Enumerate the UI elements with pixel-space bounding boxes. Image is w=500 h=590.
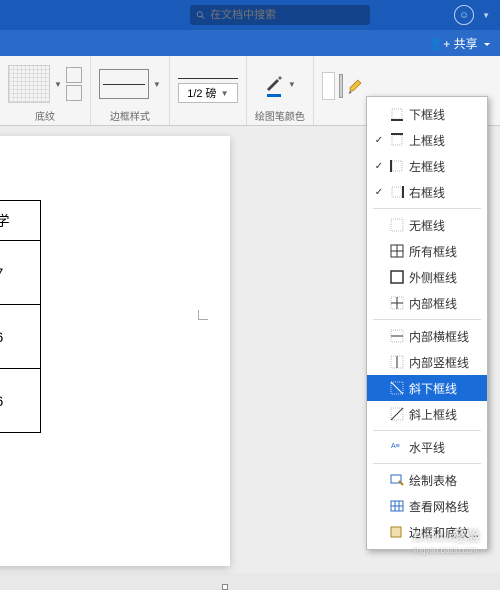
format-painter-icon[interactable] [347,77,366,96]
border-dropdown-button[interactable] [339,74,344,98]
shading-preview[interactable] [8,65,50,103]
check-icon: ✓ [373,161,385,172]
svg-text:A≡: A≡ [391,443,400,450]
pen-color-group: ▼ 绘图笔颜色 [247,56,314,125]
document-table[interactable]: 语 数学 6 67 8 76 7 56 [0,200,41,433]
check-icon: ✓ [373,187,385,198]
menu-item-label: 无框线 [409,217,445,234]
search-icon [196,10,206,21]
menu-item-label: 右框线 [409,184,445,201]
table-row: 7 56 [0,369,41,433]
title-bar: ☺ ▼ [0,0,500,30]
border-type-icon [389,106,405,122]
border-menu-item[interactable]: 斜上框线 [367,401,487,427]
table-cell[interactable]: 67 [0,241,41,305]
menu-item-label: 内部竖框线 [409,354,469,371]
border-menu-item[interactable]: ✓ 左框线 [367,153,487,179]
watermark: Baidu经验 jingyan.baidu.com [413,526,480,555]
border-weight-group: 1/2 磅 ▼ [170,56,247,125]
border-type-icon [389,498,405,514]
chevron-down-icon[interactable]: ▼ [153,80,161,89]
shading-swatches[interactable] [66,67,82,101]
shading-label: 底纹 [35,108,55,123]
menu-item-label: 绘制表格 [409,472,457,489]
border-weight-select[interactable]: 1/2 磅 ▼ [178,83,238,103]
border-type-icon [389,354,405,370]
document-page: 语 数学 6 67 8 76 7 56 [0,136,230,566]
search-input[interactable] [210,9,364,21]
menu-item-label: 查看网格线 [409,498,469,515]
chevron-down-icon: ▼ [482,11,490,20]
menu-item-label: 斜上框线 [409,406,457,423]
menu-item-label: 上框线 [409,132,445,149]
border-style-group: ▼ 边框样式 [91,56,170,125]
border-type-icon: A≡ [389,439,405,455]
border-apply-button[interactable] [322,72,335,100]
border-menu-item[interactable]: ✓ 上框线 [367,127,487,153]
menu-item-label: 外侧框线 [409,269,457,286]
shading-group: ▼ 底纹 [0,56,91,125]
pen-color-label: 绘图笔颜色 [255,108,305,123]
chevron-down-icon[interactable]: ▼ [54,80,62,89]
border-type-icon [389,472,405,488]
feedback-icon[interactable]: ☺ [454,5,474,25]
check-icon: ✓ [373,135,385,146]
corner-mark [198,310,208,320]
table-header-cell[interactable]: 数学 [0,201,41,241]
border-menu-item[interactable]: 查看网格线 [367,493,487,519]
border-apply-group [314,56,374,125]
border-type-icon [389,328,405,344]
border-type-icon [389,295,405,311]
chevron-down-icon[interactable]: ▼ [288,80,296,89]
menu-item-label: 左框线 [409,158,445,175]
table-row: 6 67 [0,241,41,305]
table-cell[interactable]: 76 [0,305,41,369]
border-type-icon [389,269,405,285]
border-type-icon [389,184,405,200]
menu-item-label: 下框线 [409,106,445,123]
chevron-down-icon: ▼ [221,89,229,98]
table-row: 语 数学 [0,201,41,241]
share-bar: 👤+ 共享 [0,30,500,56]
share-icon: 👤+ [428,37,450,51]
border-type-icon [389,406,405,422]
table-resize-handle[interactable] [222,584,228,590]
table-row: 8 76 [0,305,41,369]
border-style-preview[interactable] [99,69,149,99]
pen-icon [264,72,284,92]
border-type-icon [389,243,405,259]
menu-item-label: 水平线 [409,439,445,456]
pen-color-button[interactable] [264,72,284,97]
border-menu-item[interactable]: 内部竖框线 [367,349,487,375]
menu-item-label: 所有框线 [409,243,457,260]
border-menu-item[interactable]: 所有框线 [367,238,487,264]
border-type-icon [389,524,405,540]
border-type-icon [389,217,405,233]
border-menu-item[interactable]: ✓ 右框线 [367,179,487,205]
borders-dropdown-menu: 下框线 ✓ 上框线 ✓ 左框线 ✓ 右框线无框线所有框线外侧框线内部框线内部横框线内部竖框线… [366,96,488,550]
border-menu-item[interactable]: 无框线 [367,212,487,238]
border-type-icon [389,132,405,148]
menu-item-label: 斜下框线 [409,380,457,397]
border-menu-item[interactable]: 外侧框线 [367,264,487,290]
share-button[interactable]: 👤+ 共享 [428,35,490,52]
table-cell[interactable]: 56 [0,369,41,433]
menu-item-label: 内部横框线 [409,328,469,345]
border-menu-item[interactable]: 下框线 [367,101,487,127]
border-menu-item[interactable]: 斜下框线 [367,375,487,401]
border-menu-item[interactable]: A≡ 水平线 [367,434,487,460]
border-menu-item[interactable]: 内部框线 [367,290,487,316]
search-box[interactable] [190,5,370,25]
border-menu-item[interactable]: 绘制表格 [367,467,487,493]
border-type-icon [389,158,405,174]
menu-item-label: 内部框线 [409,295,457,312]
border-type-icon [389,380,405,396]
border-style-label: 边框样式 [110,108,150,123]
border-menu-item[interactable]: 内部横框线 [367,323,487,349]
